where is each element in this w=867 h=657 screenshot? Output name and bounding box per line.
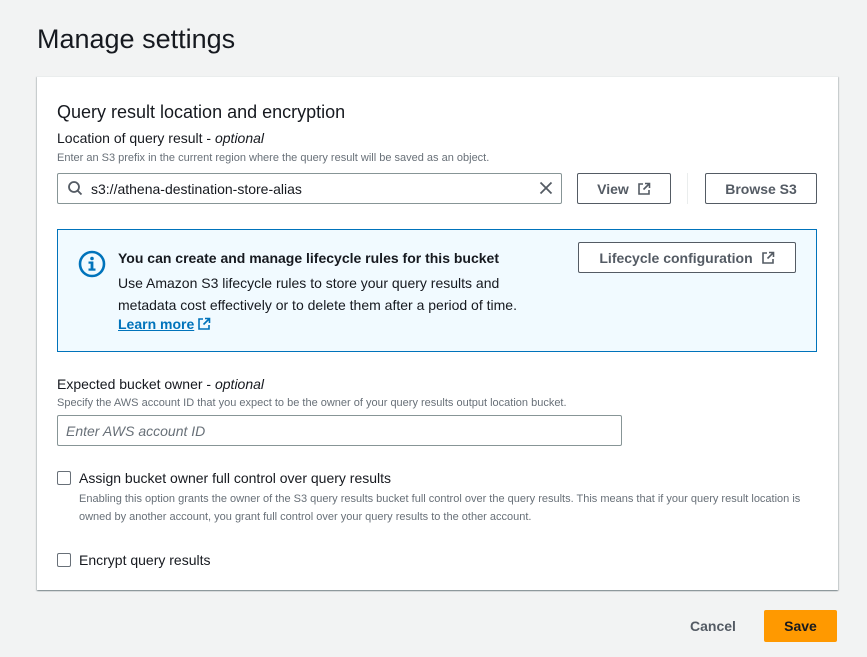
external-link-icon xyxy=(198,317,211,330)
owner-optional-text: optional xyxy=(214,376,265,392)
owner-label-text: Expected bucket owner - xyxy=(57,376,215,392)
button-divider xyxy=(687,173,688,204)
save-button[interactable]: Save xyxy=(764,610,837,642)
location-input[interactable]: s3://athena-destination-store-alias xyxy=(57,173,562,204)
learn-more-label[interactable]: Learn more xyxy=(118,316,194,332)
info-icon xyxy=(78,250,106,278)
learn-more-link[interactable]: Learn more xyxy=(118,316,211,332)
browse-s3-button[interactable]: Browse S3 xyxy=(705,173,817,204)
owner-label: Expected bucket owner - optional xyxy=(57,376,264,392)
section-title: Query result location and encryption xyxy=(57,102,346,122)
location-label: Location of query result - optional xyxy=(57,130,264,146)
info-title: You can create and manage lifecycle rule… xyxy=(118,250,499,266)
view-button[interactable]: View xyxy=(577,173,671,204)
lifecycle-configuration-label: Lifecycle configuration xyxy=(599,249,753,266)
location-optional-text: optional xyxy=(214,130,265,146)
external-link-icon xyxy=(761,251,774,264)
full-control-checkbox[interactable] xyxy=(57,471,71,485)
info-alert: You can create and manage lifecycle rule… xyxy=(57,229,817,352)
location-input-value[interactable]: s3://athena-destination-store-alias xyxy=(91,181,302,197)
full-control-description: Enabling this option grants the owner of… xyxy=(79,493,801,523)
external-link-icon xyxy=(638,182,651,195)
search-icon xyxy=(68,181,83,196)
location-description: Enter an S3 prefix in the current region… xyxy=(57,152,490,164)
lifecycle-configuration-button[interactable]: Lifecycle configuration xyxy=(578,242,796,273)
full-control-label: Assign bucket owner full control over qu… xyxy=(79,470,392,486)
cancel-button[interactable]: Cancel xyxy=(690,618,736,634)
view-button-label: View xyxy=(597,180,629,197)
encrypt-checkbox[interactable] xyxy=(57,553,71,567)
aws-account-id-input[interactable] xyxy=(57,415,622,446)
location-label-text: Location of query result - xyxy=(57,130,215,146)
clear-icon[interactable] xyxy=(538,180,554,196)
browse-s3-button-label: Browse S3 xyxy=(725,180,797,197)
owner-description: Specify the AWS account ID that you expe… xyxy=(57,397,567,409)
settings-panel: Query result location and encryption Loc… xyxy=(37,76,838,590)
info-body: Use Amazon S3 lifecycle rules to store y… xyxy=(118,275,517,313)
page-title: Manage settings xyxy=(37,24,236,54)
encrypt-label: Encrypt query results xyxy=(79,552,211,568)
